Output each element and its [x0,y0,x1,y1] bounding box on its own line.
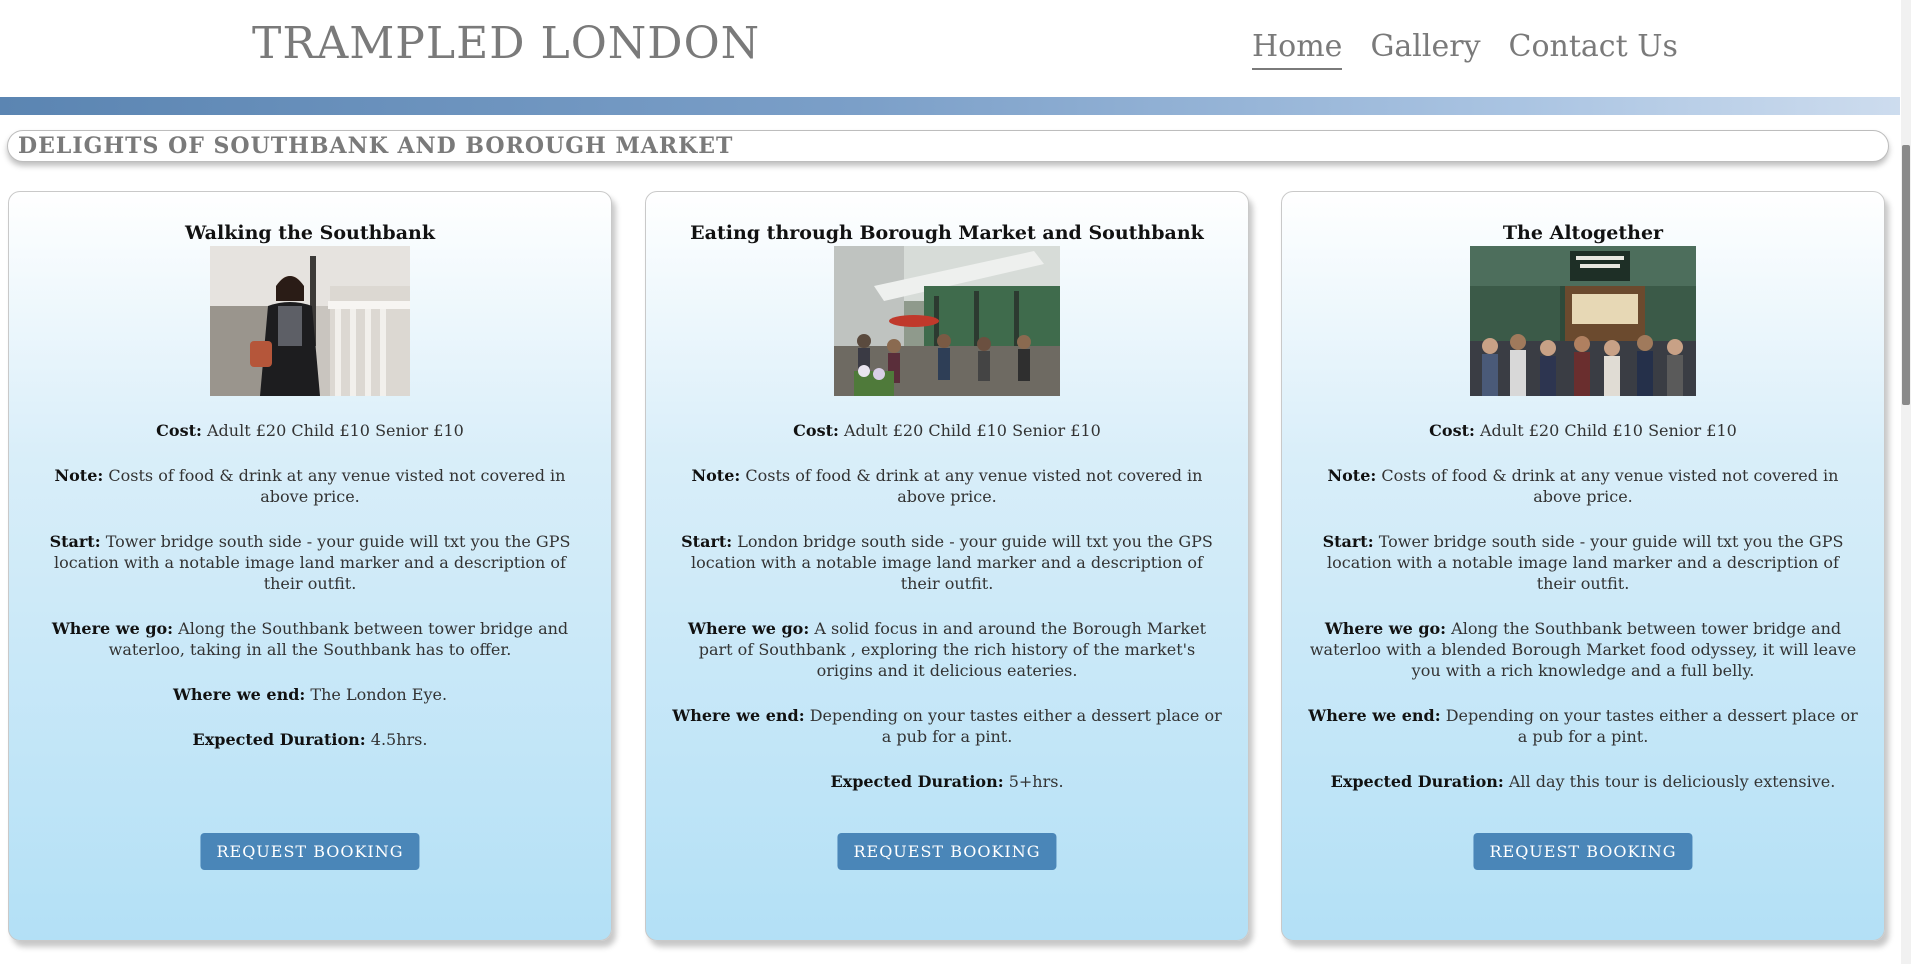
nav-contact-link[interactable]: Contact Us [1509,26,1678,70]
where-go-label: Where we go: [687,619,810,638]
section-heading-box: DELIGHTS OF SOUTHBANK AND BOROUGH MARKET [7,130,1889,162]
where-go-label: Where we go: [1324,619,1447,638]
tour-cost: Cost: Adult £20 Child £10 Senior £10 [1308,420,1858,441]
duration-label: Expected Duration: [1330,772,1504,791]
tour-note: Note: Costs of food & drink at any venue… [35,465,585,507]
tour-title: Eating through Borough Market and Southb… [690,222,1204,244]
tour-where-go: Where we go: Along the Southbank between… [35,618,585,660]
nav-gallery-link[interactable]: Gallery [1370,26,1480,70]
note-value: Costs of food & drink at any venue viste… [1381,466,1839,506]
scrollbar-thumb[interactable] [1902,145,1910,405]
tour-note: Note: Costs of food & drink at any venue… [672,465,1222,507]
tour-start: Start: London bridge south side - your g… [672,531,1222,594]
tour-where-end: Where we end: The London Eye. [35,684,585,705]
cost-value: Adult £20 Child £10 Senior £10 [843,421,1101,440]
where-end-label: Where we end: [1308,706,1441,725]
request-booking-button[interactable]: REQUEST BOOKING [837,833,1057,870]
duration-value: 4.5hrs. [370,730,428,749]
where-end-label: Where we end: [172,685,306,704]
note-label: Note: [54,466,104,485]
note-label: Note: [691,466,741,485]
tour-cost: Cost: Adult £20 Child £10 Senior £10 [35,420,585,441]
section-title: DELIGHTS OF SOUTHBANK AND BOROUGH MARKET [18,133,734,159]
tour-card-borough-market: Eating through Borough Market and Southb… [645,191,1249,941]
note-value: Costs of food & drink at any venue viste… [108,466,566,506]
where-go-value: Along the Southbank between tower bridge… [108,619,569,659]
borough-market-entrance-photo [834,246,1060,396]
tour-card-altogether: The Altogether Cost: Adult £20 Child £10… [1281,191,1885,941]
tour-details: Cost: Adult £20 Child £10 Senior £10 Not… [1282,420,1884,792]
duration-label: Expected Duration: [192,730,366,749]
tour-card-walking-southbank: Walking the Southbank Cost: Adult £20 Ch… [8,191,612,941]
site-header: TRAMPLED LONDON Home Gallery Contact Us [0,0,1900,96]
start-label: Start: [681,532,733,551]
start-label: Start: [1322,532,1374,551]
request-booking-button[interactable]: REQUEST BOOKING [200,833,420,870]
cost-value: Adult £20 Child £10 Senior £10 [206,421,464,440]
duration-label: Expected Duration: [830,772,1004,791]
note-value: Costs of food & drink at any venue viste… [745,466,1203,506]
tour-start: Start: Tower bridge south side - your gu… [1308,531,1858,594]
tour-duration: Expected Duration: 5+hrs. [672,771,1222,792]
borough-market-stall-crowd-photo [1470,246,1696,396]
tour-start: Start: Tower bridge south side - your gu… [35,531,585,594]
tour-details: Cost: Adult £20 Child £10 Senior £10 Not… [9,420,611,750]
start-value: London bridge south side - your guide wi… [691,532,1213,593]
where-end-value: The London Eye. [310,685,448,704]
cost-label: Cost: [793,421,839,440]
duration-value: All day this tour is deliciously extensi… [1508,772,1836,791]
header-gradient-stripe [0,97,1900,115]
cost-label: Cost: [1429,421,1475,440]
tour-duration: Expected Duration: All day this tour is … [1308,771,1858,792]
nav-home-link[interactable]: Home [1252,26,1343,70]
where-end-label: Where we end: [672,706,805,725]
request-booking-button[interactable]: REQUEST BOOKING [1473,833,1693,870]
duration-value: 5+hrs. [1008,772,1064,791]
cost-label: Cost: [156,421,202,440]
start-value: Tower bridge south side - your guide wil… [1327,532,1844,593]
main-nav: Home Gallery Contact Us [1252,26,1678,70]
tour-where-go: Where we go: Along the Southbank between… [1308,618,1858,681]
tour-where-end: Where we end: Depending on your tastes e… [1308,705,1858,747]
tour-cost: Cost: Adult £20 Child £10 Senior £10 [672,420,1222,441]
tour-title: Walking the Southbank [185,222,435,244]
tour-where-end: Where we end: Depending on your tastes e… [672,705,1222,747]
tour-details: Cost: Adult £20 Child £10 Senior £10 Not… [646,420,1248,792]
page-scrollbar[interactable] [1901,0,1911,964]
where-end-value: Depending on your tastes either a desser… [1445,706,1858,746]
site-logo[interactable]: TRAMPLED LONDON [252,18,760,69]
start-value: Tower bridge south side - your guide wil… [54,532,571,593]
woman-on-southbank-photo [210,246,410,396]
tour-duration: Expected Duration: 4.5hrs. [35,729,585,750]
tour-title: The Altogether [1502,222,1664,244]
tour-note: Note: Costs of food & drink at any venue… [1308,465,1858,507]
where-end-value: Depending on your tastes either a desser… [809,706,1222,746]
note-label: Note: [1327,466,1377,485]
start-label: Start: [49,532,101,551]
where-go-label: Where we go: [51,619,174,638]
tour-where-go: Where we go: A solid focus in and around… [672,618,1222,681]
cost-value: Adult £20 Child £10 Senior £10 [1479,421,1737,440]
